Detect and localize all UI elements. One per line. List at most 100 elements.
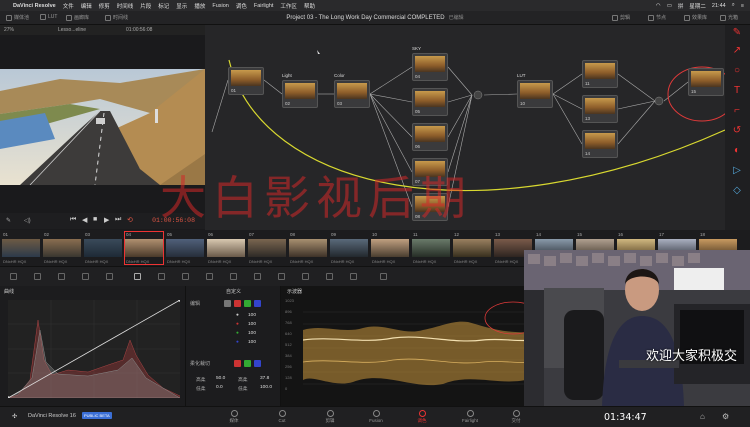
menu-item-mark[interactable]: 标记 [158, 2, 169, 10]
node-15[interactable]: 15 [688, 68, 724, 96]
soft-row-2[interactable]: 低柔 0.0 低柔 100.0 [190, 385, 278, 393]
menu-item-view[interactable]: 显示 [176, 2, 187, 10]
home-icon[interactable]: ⌂ [700, 412, 705, 421]
node-11[interactable]: 11 [582, 60, 618, 88]
page-fusion[interactable]: Fusion [358, 409, 394, 426]
window-icon[interactable] [206, 273, 213, 280]
clip-thumbnail[interactable]: 01 DNxHR HQX [2, 232, 40, 264]
curves-tab-icon[interactable] [134, 273, 141, 280]
nodes-toggle-button[interactable]: 节点 [648, 14, 666, 21]
node-04[interactable]: 04 [412, 53, 448, 81]
magic-mask-icon[interactable] [254, 273, 261, 280]
menu-item-trim[interactable]: 修剪 [99, 2, 110, 10]
soft-chip-red[interactable] [234, 360, 241, 367]
search-icon[interactable]: ⌕ [732, 2, 735, 9]
qualifier-icon[interactable] [182, 273, 189, 280]
channel-chip-y[interactable] [224, 300, 231, 307]
page-edit[interactable]: 剪辑 [312, 409, 348, 426]
node-03[interactable]: 03 [334, 80, 370, 108]
clip-thumbnail[interactable]: 04 DNxHR HQX [124, 231, 164, 265]
menu-item-timeline[interactable]: 时间线 [117, 2, 134, 10]
soft-chip-green[interactable] [244, 360, 251, 367]
menu-item-clip[interactable]: 片段 [140, 2, 151, 10]
stop-icon[interactable]: ■ [93, 216, 97, 223]
motion-effects-icon[interactable] [106, 273, 113, 280]
undo-icon[interactable]: ↺ [731, 125, 743, 137]
audio-icon[interactable]: ◁) [24, 217, 31, 224]
tracker-icon[interactable] [230, 273, 237, 280]
wifi-icon[interactable]: ◠ [656, 3, 661, 9]
menu-item-workspace[interactable]: 工作区 [280, 2, 297, 10]
input-method[interactable]: 拼 [678, 2, 684, 10]
lightbox-button[interactable]: 光箱 [720, 14, 738, 21]
shape-icon[interactable]: ◇ [731, 185, 743, 197]
node-02[interactable]: 02 [282, 80, 318, 108]
clip-thumbnail[interactable]: 08 DNxHR HQX [289, 232, 327, 264]
clip-thumbnail[interactable]: 02 DNxHR HQX [43, 232, 81, 264]
channel-chip-green[interactable] [244, 300, 251, 307]
highlighter-icon[interactable]: ⌐ [731, 105, 743, 117]
menu-item-fairlight[interactable]: Fairlight [254, 3, 274, 9]
pen-tool-icon[interactable]: ✎ [6, 217, 11, 224]
play-circle-icon[interactable]: ▷ [731, 165, 743, 177]
battery-icon[interactable]: ▭ [667, 3, 672, 9]
color-match-icon[interactable] [34, 273, 41, 280]
key-icon[interactable] [302, 273, 309, 280]
effects-library-button[interactable]: 效果库 [684, 14, 707, 21]
menu-item-help[interactable]: 帮助 [304, 2, 315, 10]
menu-item-playback[interactable]: 播放 [194, 2, 205, 10]
node-05[interactable]: 05 [412, 88, 448, 116]
page-cut[interactable]: Cut [264, 409, 300, 426]
color-warper-icon[interactable] [158, 273, 165, 280]
curve-graph[interactable] [6, 298, 182, 400]
menu-list-icon[interactable]: ≡ [741, 3, 744, 9]
clip-thumbnail[interactable]: 12 DNxHR HQX [453, 232, 491, 264]
blur-icon[interactable] [278, 273, 285, 280]
soft-row-1[interactable]: 高柔 50.0 高柔 37.8 [190, 376, 278, 384]
soft-chip-blue[interactable] [254, 360, 261, 367]
arrow-icon[interactable]: ↗ [731, 45, 743, 57]
node-13[interactable]: 13 [582, 95, 618, 123]
page-color[interactable]: 调色 [404, 409, 440, 426]
node-14[interactable]: 14 [582, 130, 618, 158]
color-wheels-icon[interactable] [58, 273, 65, 280]
play-reverse-icon[interactable]: ◀ [82, 216, 87, 224]
menu-item-color[interactable]: 调色 [236, 2, 247, 10]
menu-app-name[interactable]: DaVinci Resolve [13, 3, 56, 9]
menu-item-file[interactable]: 文件 [63, 2, 74, 10]
spotlight-icon[interactable]: ◐ [731, 145, 743, 157]
menu-item-edit[interactable]: 编辑 [81, 2, 92, 10]
pen-icon[interactable]: ✎ [731, 27, 743, 39]
skip-back-icon[interactable]: ⏮ [70, 216, 76, 224]
loop-icon[interactable]: ⟲ [127, 216, 133, 224]
edit-row-blue[interactable]: ● 100 [190, 340, 278, 348]
circle-icon[interactable]: ○ [731, 65, 743, 77]
channel-chip-blue[interactable] [254, 300, 261, 307]
node-01[interactable]: 01 [228, 67, 264, 95]
edit-toggle-button[interactable]: 剪辑 [612, 14, 630, 21]
clip-thumbnail[interactable]: 06 DNxHR HQX [207, 232, 245, 264]
text-icon[interactable]: T [731, 85, 743, 97]
page-fairlight[interactable]: Fairlight [452, 409, 488, 426]
menu-item-fusion[interactable]: Fusion [212, 3, 229, 9]
play-icon[interactable]: ▶ [104, 216, 109, 224]
clip-thumbnail[interactable]: 07 DNxHR HQX [248, 232, 286, 264]
scope-tab-icon[interactable] [380, 273, 387, 280]
zoom-level[interactable]: 27% [4, 27, 14, 33]
3d-icon[interactable] [350, 273, 357, 280]
edit-row-green[interactable]: ● 100 [190, 331, 278, 339]
skip-forward-icon[interactable]: ⏭ [115, 216, 121, 224]
edit-row-y[interactable]: ● 100 [190, 313, 278, 321]
clip-name[interactable]: Lesso...eline [58, 27, 86, 33]
page-media[interactable]: 媒体 [216, 409, 252, 426]
clip-thumbnail[interactable]: 03 DNxHR HQX [84, 232, 122, 264]
clip-thumbnail[interactable]: 09 DNxHR HQX [330, 232, 368, 264]
settings-gear-icon[interactable]: ⚙ [722, 412, 729, 421]
node-10[interactable]: 10 [517, 80, 553, 108]
sizing-icon[interactable] [326, 273, 333, 280]
channel-chip-red[interactable] [234, 300, 241, 307]
page-deliver[interactable]: 交付 [498, 409, 534, 426]
clip-thumbnail[interactable]: 11 DNxHR HQX [412, 232, 450, 264]
node-06[interactable]: 06 [412, 123, 448, 151]
camera-raw-icon[interactable] [10, 273, 17, 280]
